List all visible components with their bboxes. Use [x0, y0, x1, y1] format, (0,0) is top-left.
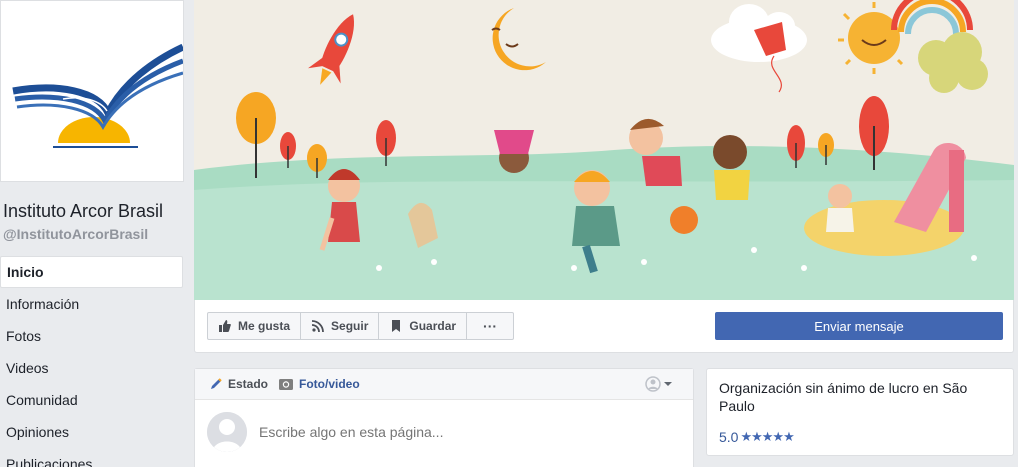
profile-picture[interactable]	[0, 0, 184, 182]
follow-button[interactable]: Seguir	[300, 312, 380, 340]
nav-item-fotos[interactable]: Fotos	[0, 320, 183, 352]
nav-item-comunidad[interactable]: Comunidad	[0, 384, 183, 416]
like-label: Me gusta	[238, 319, 291, 333]
page-title[interactable]: Instituto Arcor Brasil	[3, 201, 163, 222]
pencil-icon	[209, 377, 223, 391]
nav-item-informacion[interactable]: Información	[0, 288, 183, 320]
like-button[interactable]: Me gusta	[207, 312, 302, 340]
more-icon: ···	[483, 318, 498, 334]
thumbs-up-icon	[218, 319, 232, 333]
composer-tabs: Estado Foto/video	[195, 369, 693, 400]
cover-illustration	[194, 0, 1014, 300]
cover-photo[interactable]	[194, 0, 1014, 300]
page-category[interactable]: Organización sin ánimo de lucro en São P…	[719, 379, 979, 415]
more-options-button[interactable]: ···	[466, 312, 515, 340]
follow-label: Seguir	[331, 319, 369, 333]
save-label: Guardar	[409, 319, 457, 333]
rating-value: 5.0	[719, 429, 739, 445]
about-card: Organización sin ánimo de lucro en São P…	[706, 368, 1014, 456]
composer-body	[195, 400, 693, 467]
audience-selector[interactable]	[645, 376, 673, 392]
user-avatar	[207, 412, 247, 452]
tab-photo-label: Foto/video	[299, 377, 360, 391]
left-column: Instituto Arcor Brasil @InstitutoArcorBr…	[0, 0, 185, 467]
rating[interactable]: 5.0 ★★★★★	[719, 429, 795, 445]
nav-item-inicio[interactable]: Inicio	[0, 256, 183, 288]
page-username[interactable]: @InstitutoArcorBrasil	[3, 226, 148, 242]
star-rating-icon: ★★★★★	[740, 429, 794, 444]
chevron-down-icon	[664, 382, 672, 386]
action-button-group: Me gusta Seguir Guardar ···	[207, 312, 515, 340]
post-input[interactable]	[259, 424, 659, 440]
user-silhouette-icon	[645, 376, 661, 392]
tab-status-label: Estado	[228, 377, 269, 391]
save-button[interactable]: Guardar	[378, 312, 468, 340]
page-action-bar: Me gusta Seguir Guardar ··· Enviar mensa…	[194, 300, 1014, 353]
page-nav: Inicio Información Fotos Videos Comunida…	[0, 256, 183, 467]
camera-icon	[278, 377, 294, 391]
nav-item-videos[interactable]: Videos	[0, 352, 183, 384]
post-composer: Estado Foto/video	[194, 368, 694, 467]
tab-photo-video[interactable]: Foto/video	[278, 377, 360, 391]
bookmark-icon	[389, 319, 403, 333]
nav-item-publicaciones[interactable]: Publicaciones	[0, 448, 183, 467]
send-message-button[interactable]: Enviar mensaje	[715, 312, 1003, 340]
nav-item-opiniones[interactable]: Opiniones	[0, 416, 183, 448]
rss-icon	[311, 319, 325, 333]
tab-status[interactable]: Estado	[209, 377, 268, 391]
arcor-logo	[3, 3, 183, 181]
